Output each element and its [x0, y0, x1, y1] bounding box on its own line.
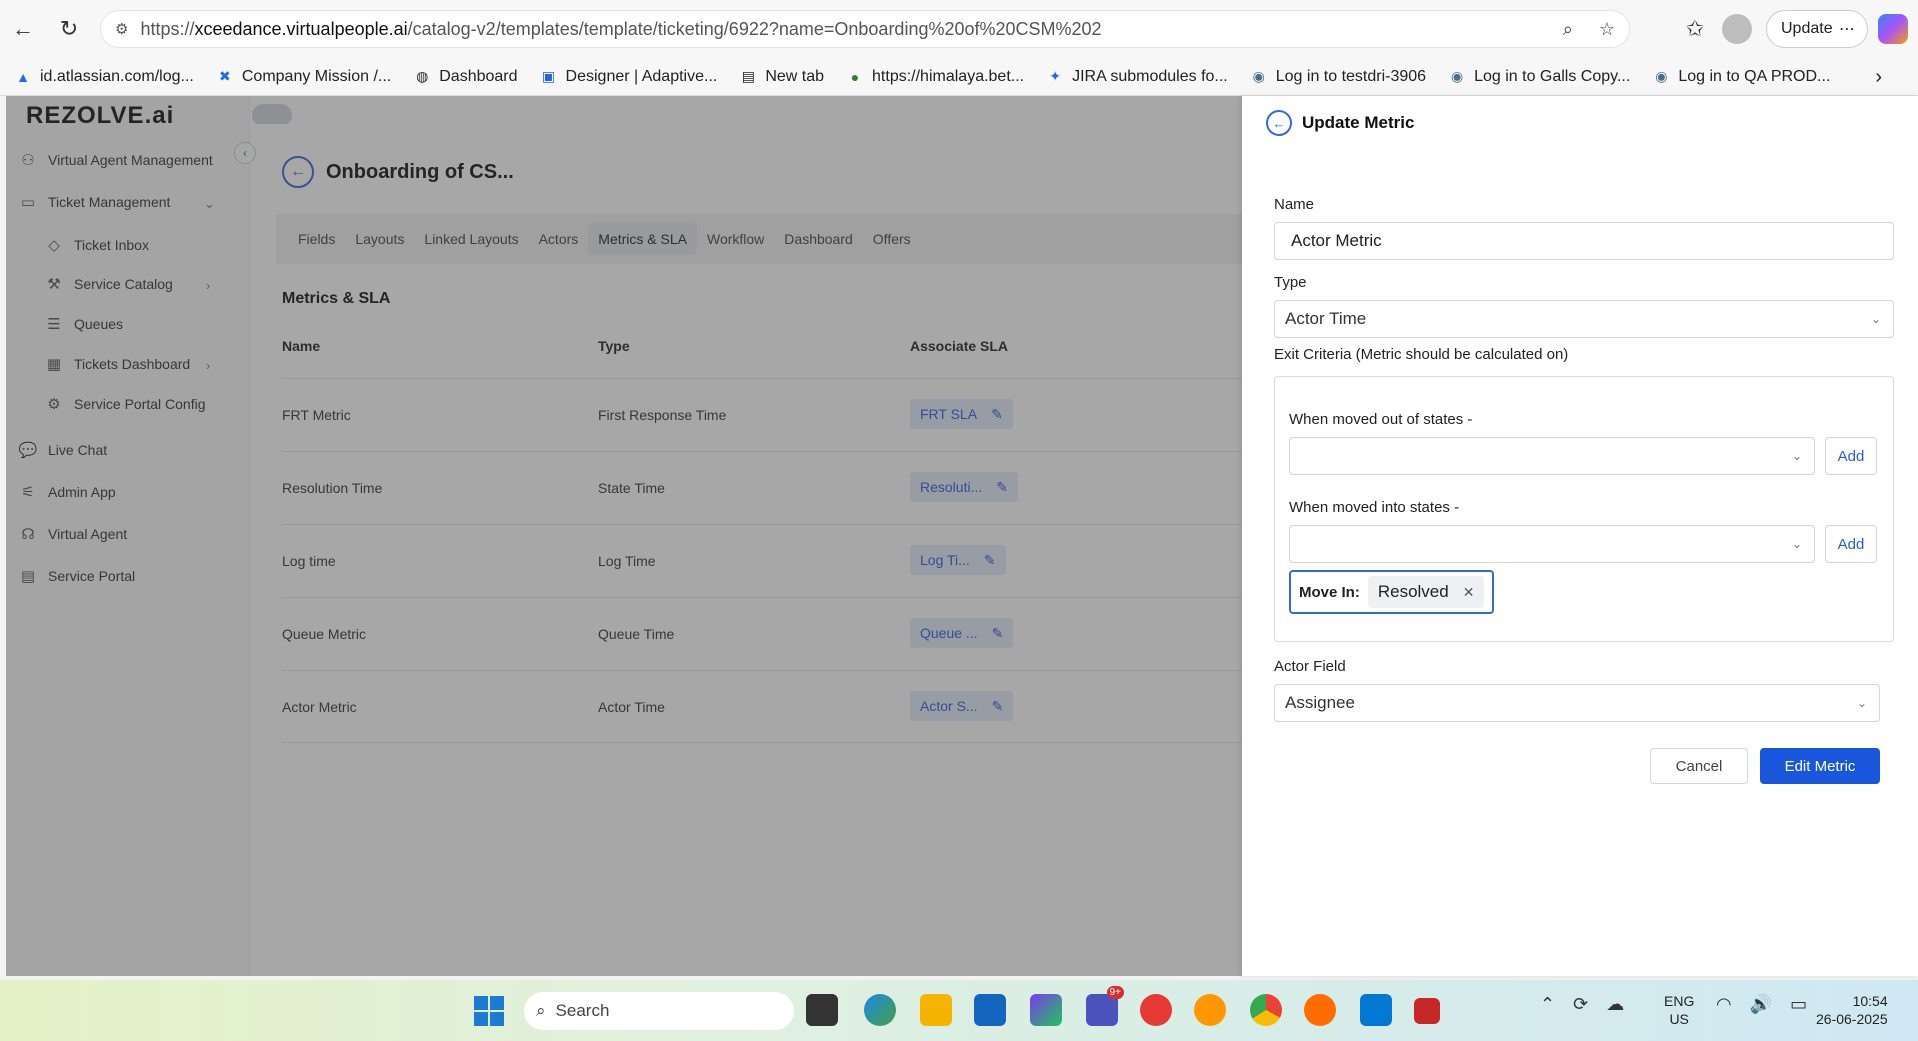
move-in-chip: Resolved ✕ — [1367, 576, 1485, 608]
bookmark-item[interactable]: ▤ New tab — [739, 68, 824, 86]
chevron-down-icon: ⌄ — [1791, 537, 1802, 551]
cancel-button[interactable]: Cancel — [1650, 748, 1748, 784]
browser-toolbar: ← ↻ ⚙ https://xceedance.virtualpeople.ai… — [0, 0, 1918, 58]
update-metric-drawer: ← Update Metric Name Actor Metric Type A… — [1242, 96, 1918, 976]
moved-out-label: When moved out of states - — [1289, 411, 1473, 428]
move-in-tag-group: Move In: Resolved ✕ — [1289, 570, 1495, 614]
bookmark-item[interactable]: ▣ Designer | Adaptive... — [540, 68, 717, 86]
volume-icon[interactable]: 🔊 — [1750, 994, 1772, 1015]
login-icon: ◉ — [1450, 68, 1464, 84]
file-explorer-icon[interactable] — [920, 994, 952, 1026]
login-icon: ◉ — [1252, 68, 1265, 84]
teams-icon[interactable]: 9+ — [1086, 986, 1124, 1026]
moved-into-states-select[interactable]: ⌄ — [1289, 525, 1815, 563]
chevron-right-icon[interactable]: › — [1875, 66, 1882, 89]
name-label: Name — [1274, 196, 1315, 213]
globe-icon: ◍ — [416, 68, 429, 84]
favorite-star-icon[interactable]: ☆ — [1599, 19, 1615, 40]
postman-icon[interactable] — [1304, 994, 1336, 1026]
bookmark-item[interactable]: ✦ JIRA submodules fo... — [1046, 68, 1228, 86]
bookmark-item[interactable]: ◍ Dashboard — [413, 68, 517, 86]
drawer-title: Update Metric — [1302, 113, 1415, 132]
atlassian-icon: ▲ — [16, 68, 30, 85]
bookmark-item[interactable]: ✖ Company Mission /... — [216, 68, 391, 86]
actor-field-label: Actor Field — [1274, 658, 1346, 675]
url-text: https://xceedance.virtualpeople.ai/catal… — [140, 18, 1102, 39]
more-menu-icon[interactable]: ⋯ — [1839, 19, 1855, 39]
battery-icon[interactable]: ▭ — [1790, 994, 1807, 1015]
type-label: Type — [1274, 274, 1307, 291]
chevron-down-icon: ⌄ — [1791, 449, 1802, 463]
bookmark-item[interactable]: ◉ Log in to testdri-3906 — [1250, 68, 1426, 86]
wifi-icon[interactable]: ◠ — [1716, 994, 1732, 1015]
himalaya-icon: ● — [850, 68, 860, 85]
exit-criteria-label: Exit Criteria (Metric should be calculat… — [1274, 346, 1569, 363]
bookmarks-bar: ▲ id.atlassian.com/log... ✖ Company Missio… — [0, 58, 1918, 96]
sync-icon[interactable]: ⟳ — [1573, 994, 1588, 1015]
windows-start-icon[interactable] — [474, 996, 504, 1026]
bookmark-item[interactable]: ◉ Log in to QA PROD... — [1652, 68, 1830, 86]
moved-out-states-select[interactable]: ⌄ — [1289, 437, 1815, 475]
bookmark-item[interactable]: ◉ Log in to Galls Copy... — [1448, 68, 1630, 86]
add-out-state-button[interactable]: Add — [1825, 437, 1877, 475]
chrome-icon[interactable] — [1250, 994, 1282, 1026]
copilot-icon[interactable] — [1878, 14, 1908, 44]
back-arrow-icon[interactable]: ← — [8, 14, 38, 44]
snipping-tool-icon[interactable] — [1414, 998, 1440, 1024]
notification-badge: 9+ — [1106, 986, 1124, 999]
jira-icon: ✦ — [1049, 68, 1061, 84]
app-window: REZOLVE.ai ⚇ Virtual Agent Management ▭ Ti… — [6, 96, 1918, 976]
login-icon: ◉ — [1655, 68, 1668, 84]
reload-icon[interactable]: ↻ — [54, 14, 84, 44]
exit-criteria-box: When moved out of states - ⌄ Add When mo… — [1274, 376, 1894, 642]
chevron-down-icon: ⌄ — [1870, 312, 1881, 326]
app-icon[interactable] — [1194, 994, 1226, 1026]
modal-backdrop[interactable] — [6, 96, 1242, 976]
site-info-icon[interactable]: ⚙ — [115, 20, 128, 38]
profile-avatar[interactable] — [1722, 14, 1752, 44]
chevron-up-icon[interactable]: ⌃ — [1540, 994, 1555, 1015]
language-indicator[interactable]: ENG US — [1664, 992, 1694, 1028]
zoom-icon[interactable]: ⌕ — [1563, 19, 1573, 40]
add-into-state-button[interactable]: Add — [1825, 525, 1877, 563]
move-in-label: Move In: — [1299, 583, 1360, 601]
newtab-icon: ▤ — [741, 68, 755, 84]
favorites-icon[interactable]: ✩ — [1680, 14, 1710, 44]
close-icon[interactable]: ✕ — [1463, 584, 1475, 601]
address-bar[interactable]: ⚙ https://xceedance.virtualpeople.ai/cat… — [100, 10, 1630, 48]
bookmark-item[interactable]: ▲ id.atlassian.com/log... — [14, 68, 194, 86]
update-button[interactable]: Update ⋯ — [1766, 10, 1868, 48]
name-input[interactable]: Actor Metric — [1274, 222, 1894, 260]
bookmark-x-icon: ✖ — [218, 68, 231, 84]
store-icon[interactable] — [974, 994, 1006, 1026]
bookmark-item[interactable]: ● https://himalaya.bet... — [846, 68, 1024, 86]
type-select[interactable]: Actor Time ⌄ — [1274, 300, 1894, 338]
edge-icon[interactable] — [864, 994, 896, 1026]
actor-field-select[interactable]: Assignee ⌄ — [1274, 684, 1880, 722]
designer-icon: ▣ — [541, 68, 556, 84]
office-icon[interactable] — [1140, 994, 1172, 1026]
task-view-icon[interactable] — [806, 994, 838, 1026]
search-icon: ⌕ — [536, 1001, 546, 1020]
moved-into-label: When moved into states - — [1289, 499, 1460, 516]
edit-metric-button[interactable]: Edit Metric — [1760, 748, 1880, 784]
vscode-icon[interactable] — [1360, 994, 1392, 1026]
taskbar-search[interactable]: ⌕ Search — [524, 992, 794, 1030]
chevron-down-icon: ⌄ — [1856, 696, 1867, 710]
m365-icon[interactable] — [1030, 994, 1062, 1026]
taskbar: ⌕ Search 9+ ⌃ ⟳ ☁ ENG US ◠ 🔊 ▭ 10:54 26-06-… — [0, 980, 1918, 1041]
drawer-back-button[interactable]: ← — [1266, 110, 1292, 136]
clock[interactable]: 10:54 26-06-2025 — [1816, 992, 1888, 1028]
cloud-off-icon[interactable]: ☁ — [1606, 994, 1624, 1015]
